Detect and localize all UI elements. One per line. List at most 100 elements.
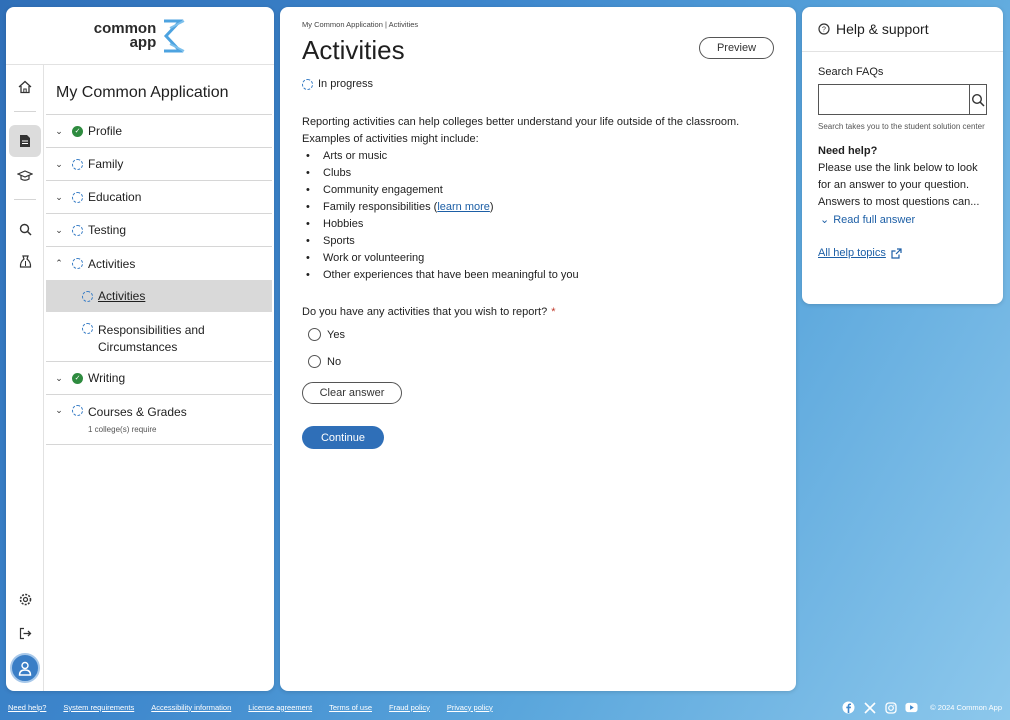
examples-list: Arts or music Clubs Community engagement… [302, 148, 774, 284]
subsection-responsibilities[interactable]: Responsibilities and Circumstances [46, 312, 272, 362]
chevron-down-icon: ⌄ [55, 372, 63, 383]
list-item: Clubs [302, 165, 774, 182]
intro-line: Reporting activities can help colleges b… [302, 116, 740, 128]
footer-link-privacy[interactable]: Privacy policy [447, 703, 493, 712]
all-help-topics-link[interactable]: All help topics [818, 247, 987, 259]
rail-divider [14, 199, 36, 200]
icon-rail [6, 65, 44, 691]
settings-icon[interactable] [9, 583, 41, 615]
search-icon [971, 93, 985, 107]
radio-label: No [327, 355, 342, 368]
radio-option-no[interactable]: No [302, 355, 774, 368]
clear-answer-button[interactable]: Clear answer [302, 382, 402, 404]
footer: Need help? System requirements Accessibi… [0, 694, 1010, 720]
help-title: Help & support [836, 21, 929, 37]
chevron-down-icon: ⌄ [55, 224, 63, 235]
help-panel: ? Help & support Search FAQs Search take… [802, 7, 1003, 304]
social-links: © 2024 Common App [842, 701, 1002, 714]
footer-link-license[interactable]: License agreement [248, 703, 312, 712]
in-progress-icon [72, 405, 83, 416]
footer-link-need-help[interactable]: Need help? [8, 703, 46, 712]
need-help-heading: Need help? [818, 145, 878, 157]
document-icon[interactable] [9, 125, 41, 157]
in-progress-icon [72, 258, 83, 269]
svg-text:?: ? [822, 27, 826, 34]
youtube-icon[interactable] [905, 701, 918, 714]
section-label: Profile [88, 124, 123, 138]
section-testing[interactable]: ⌄ Testing [46, 214, 272, 247]
radio-button[interactable] [308, 355, 321, 368]
logo-text-line2: app [129, 33, 157, 51]
chevron-up-icon: ⌃ [55, 258, 63, 268]
home-icon[interactable] [9, 71, 41, 103]
user-avatar-icon[interactable] [10, 653, 40, 683]
intro-line: Examples of activities might include: [302, 133, 479, 145]
read-full-answer-link[interactable]: ⌄ Read full answer [818, 213, 987, 226]
facebook-icon[interactable] [842, 701, 855, 714]
logo[interactable]: common app [6, 7, 274, 65]
search-faqs-label: Search FAQs [818, 66, 884, 78]
list-item: Arts or music [302, 148, 774, 165]
money-bag-icon[interactable] [9, 246, 41, 278]
subsection-label-line2: Circumstances [98, 340, 178, 354]
logo-mark-icon [164, 19, 185, 52]
search-hint: Search takes you to the student solution… [818, 122, 985, 131]
application-sections: My Common Application ⌄ ✓ Profile ⌄ Fami… [46, 65, 274, 445]
main-content: My Common Application | Activities Activ… [280, 7, 796, 691]
section-writing[interactable]: ⌄ ✓ Writing [46, 362, 272, 395]
in-progress-icon [82, 323, 93, 334]
section-label: Education [88, 190, 142, 204]
footer-link-terms[interactable]: Terms of use [329, 703, 372, 712]
footer-link-accessibility[interactable]: Accessibility information [151, 703, 231, 712]
section-label: Courses & Grades [88, 405, 187, 419]
in-progress-icon [72, 191, 83, 203]
section-family[interactable]: ⌄ Family [46, 148, 272, 181]
learn-more-link[interactable]: learn more [437, 201, 490, 213]
list-item: Family responsibilities (learn more) [302, 199, 774, 216]
footer-link-system-requirements[interactable]: System requirements [63, 703, 134, 712]
section-courses-grades[interactable]: ⌄ Courses & Grades 1 college(s) require [46, 395, 272, 445]
in-progress-icon [72, 224, 83, 236]
question-text: Do you have any activities that you wish… [302, 306, 548, 318]
section-label: Activities [88, 256, 136, 271]
nav-title: My Common Application [46, 65, 272, 115]
navigation-panel: common app My Common Application ⌄ ✓ Pro… [6, 7, 274, 691]
external-link-icon [891, 247, 902, 259]
section-label: Writing [88, 371, 126, 385]
footer-link-fraud[interactable]: Fraud policy [389, 703, 430, 712]
subsection-activities[interactable]: Activities [46, 280, 272, 312]
copyright-text: © 2024 Common App [930, 703, 1002, 712]
activities-question: Do you have any activities that you wish… [302, 306, 774, 318]
graduation-cap-icon[interactable] [9, 160, 41, 192]
section-activities[interactable]: ⌃ Activities [46, 247, 272, 280]
preview-button[interactable]: Preview [699, 37, 774, 59]
status-text: In progress [318, 78, 374, 90]
in-progress-icon [82, 290, 93, 302]
chevron-down-icon: ⌄ [55, 405, 63, 415]
radio-option-yes[interactable]: Yes [302, 328, 774, 341]
section-note: 1 college(s) require [88, 425, 157, 434]
chevron-down-icon: ⌄ [55, 125, 63, 136]
list-item: Work or volunteering [302, 250, 774, 267]
chevron-down-icon: ⌄ [55, 191, 63, 202]
x-icon[interactable] [863, 701, 876, 714]
list-item: Hobbies [302, 216, 774, 233]
radio-button[interactable] [308, 328, 321, 341]
search-icon[interactable] [9, 213, 41, 245]
rail-divider [14, 111, 36, 112]
list-item: Other experiences that have been meaning… [302, 267, 774, 284]
sign-out-icon[interactable] [9, 617, 41, 649]
intro-text: Reporting activities can help colleges b… [302, 114, 774, 148]
status-indicator: In progress [302, 78, 774, 90]
required-marker: * [551, 306, 556, 318]
section-education[interactable]: ⌄ Education [46, 181, 272, 214]
chevron-down-icon: ⌄ [820, 214, 830, 226]
continue-button[interactable]: Continue [302, 426, 384, 449]
list-item: Community engagement [302, 182, 774, 199]
section-profile[interactable]: ⌄ ✓ Profile [46, 115, 272, 148]
instagram-icon[interactable] [884, 701, 897, 714]
search-button[interactable] [969, 84, 987, 115]
radio-label: Yes [327, 328, 345, 341]
faq-search-input[interactable] [818, 84, 969, 115]
section-label: Family [88, 157, 124, 171]
